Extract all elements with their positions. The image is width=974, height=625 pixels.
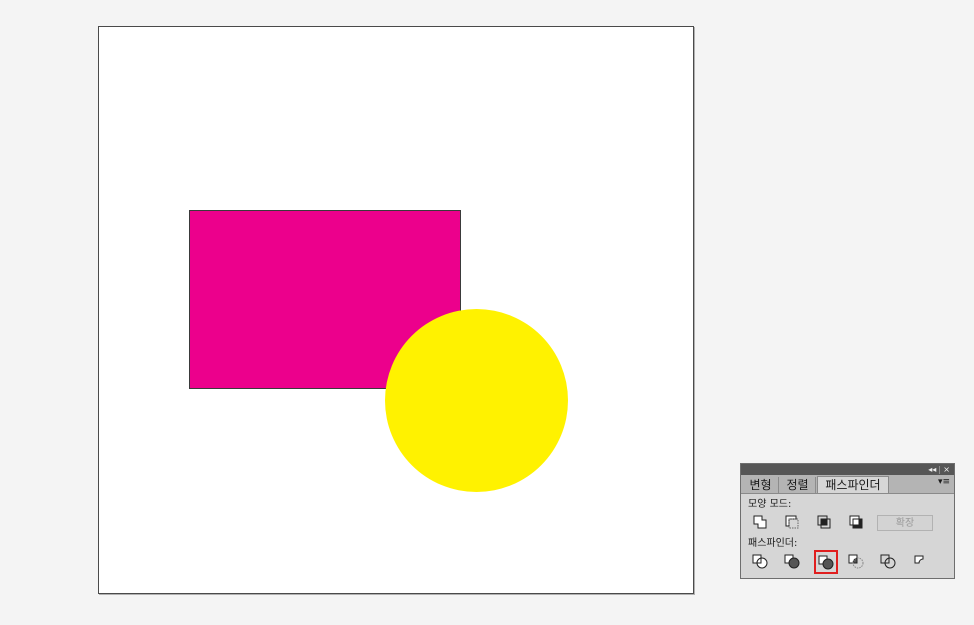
pathfinders-label: 패스파인더: bbox=[748, 538, 798, 549]
intersect-icon[interactable] bbox=[814, 513, 834, 531]
crop-icon[interactable] bbox=[846, 552, 866, 570]
shape-modes-label: 모양 모드: bbox=[748, 499, 792, 510]
pathfinder-panel: ◂◂ × 변형 정렬 패스파인더 ▾≡ 모양 모드: 확장 패스파인더: bbox=[740, 463, 955, 579]
tab-pathfinder[interactable]: 패스파인더 bbox=[817, 476, 889, 493]
artboard[interactable] bbox=[98, 26, 694, 594]
divide-icon[interactable] bbox=[750, 552, 770, 570]
trim-icon[interactable] bbox=[782, 552, 802, 570]
panel-tab-bar: 변형 정렬 패스파인더 bbox=[741, 475, 954, 494]
merge-icon[interactable] bbox=[814, 550, 838, 574]
titlebar-divider bbox=[939, 465, 941, 474]
outline-icon[interactable] bbox=[878, 552, 898, 570]
exclude-icon[interactable] bbox=[846, 513, 866, 531]
tab-align[interactable]: 정렬 bbox=[780, 477, 816, 493]
yellow-circle[interactable] bbox=[385, 309, 568, 492]
panel-titlebar[interactable]: ◂◂ × bbox=[741, 464, 954, 475]
tab-transform[interactable]: 변형 bbox=[743, 477, 779, 493]
expand-button[interactable]: 확장 bbox=[877, 515, 933, 531]
minus-front-icon[interactable] bbox=[782, 513, 802, 531]
panel-menu-icon[interactable]: ▾≡ bbox=[938, 477, 950, 487]
close-icon[interactable]: × bbox=[943, 464, 950, 475]
unite-icon[interactable] bbox=[750, 513, 770, 531]
minus-back-icon[interactable] bbox=[910, 552, 930, 570]
illustrator-workspace: ◂◂ × 변형 정렬 패스파인더 ▾≡ 모양 모드: 확장 패스파인더: bbox=[0, 0, 974, 625]
double-chevron-left-icon[interactable]: ◂◂ bbox=[928, 464, 936, 475]
